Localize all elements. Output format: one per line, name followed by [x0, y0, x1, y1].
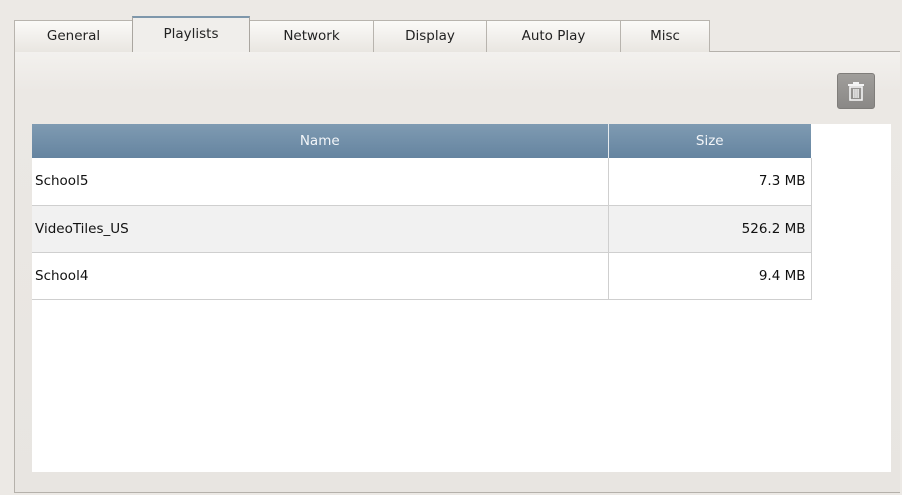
table-header-row: Name Size [32, 124, 811, 158]
tab-auto-play[interactable]: Auto Play [486, 20, 621, 52]
playlists-panel: Name Size School5 7.3 MB VideoTiles_US 5… [14, 51, 900, 493]
playlist-size-cell: 9.4 MB [608, 252, 812, 300]
tab-general[interactable]: General [14, 20, 133, 52]
column-header-size[interactable]: Size [608, 124, 811, 158]
playlists-table: Name Size School5 7.3 MB VideoTiles_US 5… [32, 124, 812, 300]
column-header-name[interactable]: Name [32, 124, 609, 158]
delete-button[interactable] [837, 73, 875, 109]
tab-display[interactable]: Display [373, 20, 487, 52]
tab-bar: General Playlists Network Display Auto P… [14, 16, 710, 52]
playlist-size-cell: 7.3 MB [608, 158, 812, 206]
playlist-size-cell: 526.2 MB [608, 205, 812, 253]
playlist-name-cell: School5 [32, 158, 609, 206]
playlists-table-area: Name Size School5 7.3 MB VideoTiles_US 5… [32, 124, 891, 472]
tab-network[interactable]: Network [249, 20, 374, 52]
playlist-name-cell: VideoTiles_US [32, 205, 609, 253]
tab-playlists[interactable]: Playlists [132, 16, 250, 52]
playlist-name-cell: School4 [32, 252, 609, 300]
table-row[interactable]: School4 9.4 MB [32, 252, 812, 300]
table-row[interactable]: School5 7.3 MB [32, 158, 812, 206]
tab-misc[interactable]: Misc [620, 20, 710, 52]
table-row[interactable]: VideoTiles_US 526.2 MB [32, 205, 812, 253]
trash-icon [848, 82, 864, 101]
